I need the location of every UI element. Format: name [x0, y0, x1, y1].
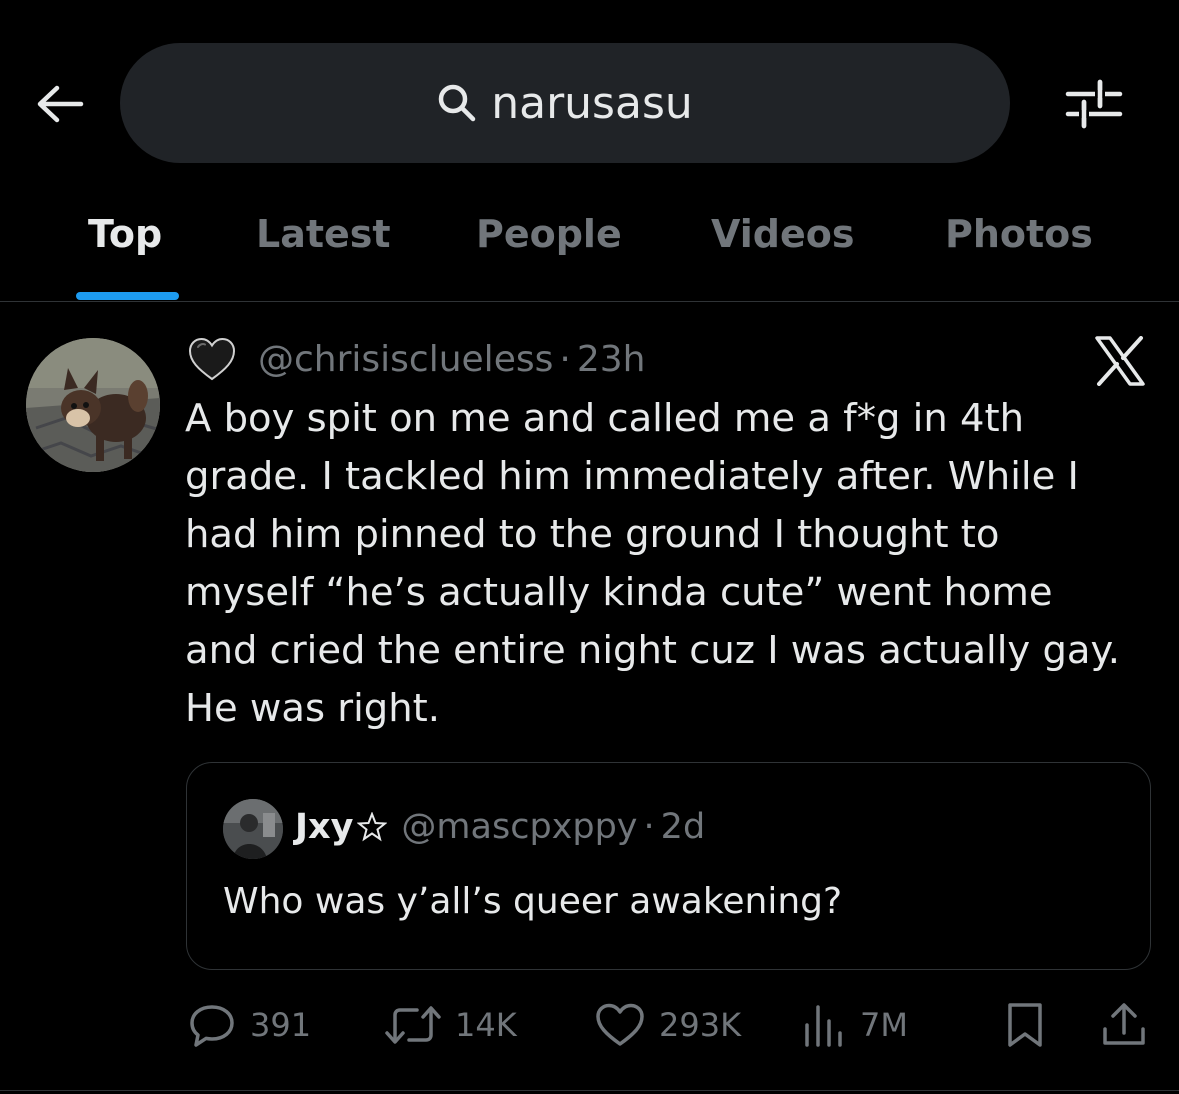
bar-chart-icon: [805, 1005, 842, 1047]
like-button[interactable]: 293K: [595, 995, 741, 1055]
quote-author-name[interactable]: Jxy: [295, 807, 353, 847]
tweet-actions: 391 14K 293K 7M: [0, 995, 1179, 1055]
bookmark-button[interactable]: [1004, 995, 1046, 1055]
separator-dot: ·: [559, 338, 571, 380]
heart-icon: [596, 1003, 644, 1046]
tab-latest[interactable]: Latest: [256, 212, 391, 256]
repost-icon: [385, 1006, 441, 1044]
tweet-text-line: He was right.: [185, 686, 440, 731]
search-bar[interactable]: narusasu: [120, 43, 1010, 163]
reply-count: 391: [250, 1006, 312, 1044]
search-query[interactable]: narusasu: [491, 78, 693, 129]
repost-count: 14K: [455, 1006, 517, 1044]
black-heart-icon: [188, 337, 236, 381]
search-filter-button[interactable]: [1062, 74, 1126, 134]
author-handle[interactable]: @chrisisclueless: [258, 339, 553, 380]
views-button[interactable]: 7M: [802, 995, 908, 1055]
tweet-text: A boy spit on me and called me a f*g in …: [185, 390, 1150, 738]
like-count: 293K: [659, 1006, 742, 1044]
bookmark-icon: [1008, 1003, 1042, 1047]
active-tab-indicator: [76, 292, 179, 300]
share-icon: [1103, 1003, 1145, 1045]
back-button[interactable]: [32, 78, 88, 130]
share-button[interactable]: [1100, 995, 1148, 1055]
reply-icon: [190, 1005, 234, 1047]
search-results-page: narusasu Top Latest People Videos Photos: [0, 0, 1179, 1094]
arrow-left-icon: [37, 85, 84, 123]
tweet-timestamp[interactable]: 23h: [577, 339, 646, 380]
sliders-icon: [1065, 79, 1123, 129]
tab-videos[interactable]: Videos: [711, 212, 854, 256]
quote-author-handle[interactable]: @mascpxppy: [401, 807, 637, 847]
tweet-header: @chrisisclueless · 23h: [188, 334, 645, 384]
dog-avatar-image: [26, 338, 160, 472]
tab-top[interactable]: Top: [88, 212, 162, 256]
tweet-text-line: A boy spit on me and called me a f*g in …: [185, 396, 1024, 441]
search-tabs: Top Latest People Videos Photos: [0, 200, 1179, 302]
tweet-text-line: myself “he’s actually kinda cute” went h…: [185, 570, 1053, 615]
x-logo-icon: [1095, 336, 1145, 386]
separator-dot: ·: [643, 807, 655, 847]
person-avatar-image: [223, 799, 283, 859]
avatar[interactable]: [26, 338, 160, 472]
quote-header: Jxy @mascpxppy · 2d: [295, 807, 705, 847]
quote-text: Who was y’all’s queer awakening?: [223, 881, 843, 922]
quote-timestamp[interactable]: 2d: [661, 807, 706, 847]
tweet-text-line: grade. I tackled him immediately after. …: [185, 454, 1079, 499]
star-outline-icon: [357, 812, 388, 842]
quote-avatar[interactable]: [223, 799, 283, 859]
search-icon: [438, 84, 476, 122]
views-count: 7M: [860, 1006, 908, 1044]
tweet-text-line: and cried the entire night cuz I was act…: [185, 628, 1121, 673]
tab-photos[interactable]: Photos: [945, 212, 1093, 256]
tab-people[interactable]: People: [476, 212, 622, 256]
repost-button[interactable]: 14K: [385, 995, 517, 1055]
quoted-tweet[interactable]: Jxy @mascpxppy · 2d Who was y’all’s quee…: [186, 762, 1151, 970]
divider: [0, 1090, 1179, 1091]
tweet-text-line: had him pinned to the ground I thought t…: [185, 512, 1000, 557]
reply-button[interactable]: 391: [188, 995, 311, 1055]
